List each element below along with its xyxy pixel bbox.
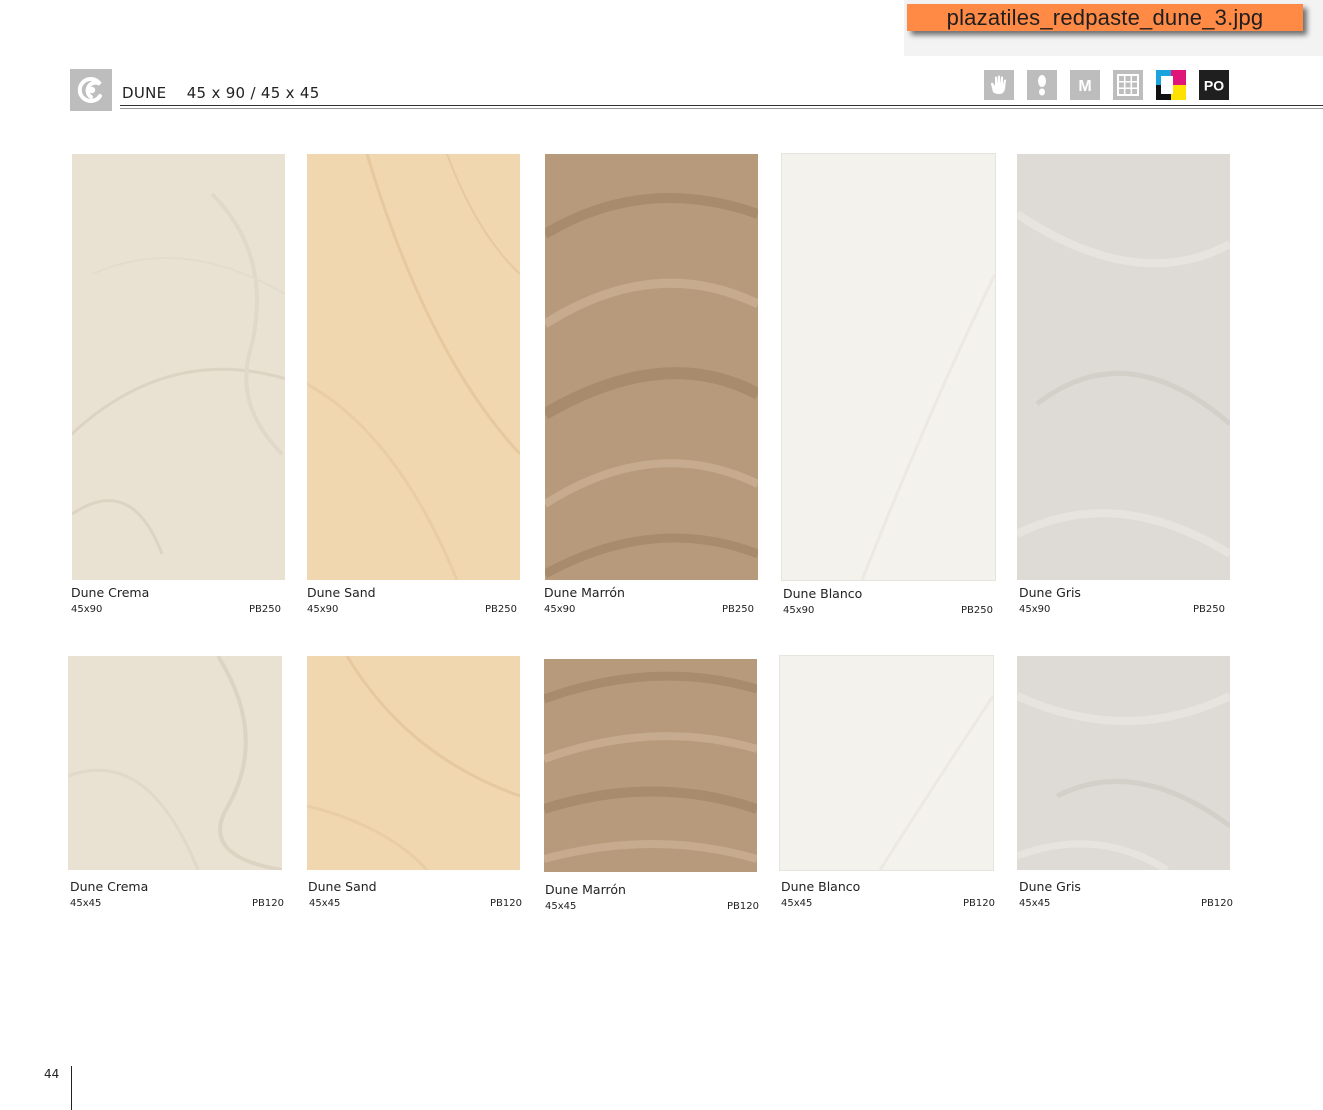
tile-dune-sand-45x90[interactable] (307, 154, 520, 580)
tile-dune-crema-45x45[interactable] (68, 656, 282, 870)
tile-size: 45x45 (309, 898, 341, 909)
tile-code: PB120 (1201, 898, 1233, 909)
tile-dune-crema-45x90[interactable] (72, 154, 285, 580)
hand-icon (984, 70, 1014, 100)
tile-code: PB250 (485, 604, 517, 615)
tile-dune-gris-45x45[interactable] (1017, 656, 1230, 870)
tile-name: Dune Crema (71, 585, 150, 600)
tile-dune-sand-45x45[interactable] (307, 656, 520, 870)
tile-code: PB120 (727, 901, 759, 912)
header-divider-secondary (120, 108, 1323, 109)
tile-code: PB250 (722, 604, 754, 615)
tile-code: PB120 (490, 898, 522, 909)
color-blocks-icon (1156, 70, 1186, 100)
tile-size: 45x45 (545, 901, 577, 912)
m-badge-label: M (1078, 78, 1091, 95)
tile-size: 45x45 (1019, 898, 1051, 909)
page-number-divider (71, 1066, 72, 1110)
header-divider (120, 105, 1323, 106)
tile-code: PB250 (249, 604, 281, 615)
tile-dune-blanco-45x90[interactable] (782, 154, 995, 580)
tile-size: 45x90 (1019, 604, 1051, 615)
page-title: DUNE 45 x 90 / 45 x 45 (122, 84, 320, 102)
tile-code: PB120 (252, 898, 284, 909)
foot-icon (1027, 70, 1057, 100)
tile-dune-marron-45x90[interactable] (545, 154, 758, 580)
tile-name: Dune Blanco (783, 586, 863, 601)
m-badge-icon: M (1070, 70, 1100, 100)
po-badge-label: PO (1204, 78, 1224, 94)
tile-name: Dune Blanco (781, 879, 861, 894)
tile-size: 45x90 (307, 604, 339, 615)
series-name: DUNE (122, 84, 167, 102)
tile-size: 45x90 (544, 604, 576, 615)
tile-size: 45x90 (783, 605, 815, 616)
tile-size: 45x45 (70, 898, 102, 909)
tile-code: PB250 (1193, 604, 1225, 615)
tile-dune-blanco-45x45[interactable] (780, 656, 993, 870)
tile-name: Dune Marrón (545, 882, 626, 897)
tile-name: Dune Gris (1019, 585, 1081, 600)
tile-name: Dune Sand (307, 585, 376, 600)
series-formats: 45 x 90 / 45 x 45 (186, 84, 320, 102)
tile-name: Dune Crema (70, 879, 149, 894)
tile-dune-marron-45x45[interactable] (544, 659, 757, 872)
page-number: 44 (44, 1067, 60, 1081)
tile-size: 45x45 (781, 898, 813, 909)
file-banner: plazatiles_redpaste_dune_3.jpg (907, 4, 1303, 31)
tile-size: 45x90 (71, 604, 103, 615)
tile-name: Dune Gris (1019, 879, 1081, 894)
tile-name: Dune Marrón (544, 585, 625, 600)
tile-name: Dune Sand (308, 879, 377, 894)
tile-code: PB250 (961, 605, 993, 616)
tile-code: PB120 (963, 898, 995, 909)
swirl-logo-icon (70, 69, 112, 111)
po-badge-icon: PO (1199, 70, 1229, 100)
tile-dune-gris-45x90[interactable] (1017, 154, 1230, 580)
grid-icon (1113, 70, 1143, 100)
